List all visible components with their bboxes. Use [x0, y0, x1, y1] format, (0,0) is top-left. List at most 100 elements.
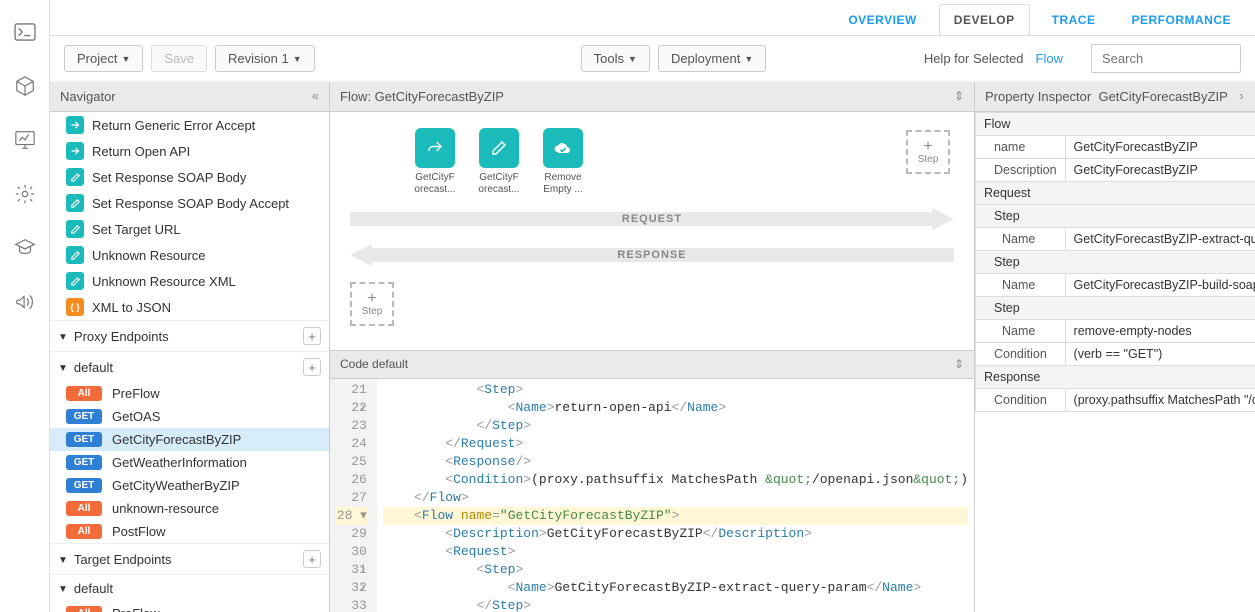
json-icon: { }: [66, 298, 84, 316]
add-step-response[interactable]: + Step: [350, 282, 394, 326]
policy-item[interactable]: Set Response SOAP Body Accept: [50, 190, 329, 216]
top-tabs: OVERVIEW DEVELOP TRACE PERFORMANCE: [50, 0, 1255, 36]
policy-item[interactable]: { }XML to JSON: [50, 294, 329, 320]
nav-section[interactable]: ▼default+: [50, 351, 329, 382]
flow-help-link[interactable]: Flow: [1036, 51, 1063, 66]
inspector-section: Flow: [976, 113, 1255, 136]
nav-section[interactable]: ▼Target Endpoints+: [50, 543, 329, 574]
policy-item[interactable]: Return Generic Error Accept: [50, 112, 329, 138]
inspector-key: Description: [976, 159, 1066, 182]
tools-dropdown[interactable]: Tools▼: [581, 45, 650, 72]
flow-step[interactable]: RemoveEmpty ...: [538, 128, 588, 196]
inspector-value[interactable]: GetCityForecastByZIP: [1065, 136, 1255, 159]
inspector-value[interactable]: (verb == "GET"): [1065, 343, 1255, 366]
arrow-icon: [66, 142, 84, 160]
flow-expand-icon[interactable]: ⇕: [954, 89, 964, 104]
code-line[interactable]: <Step>: [383, 381, 968, 399]
left-rail: [0, 0, 50, 612]
learn-icon[interactable]: [13, 236, 37, 260]
add-button[interactable]: +: [303, 327, 321, 345]
proxy-flow-item[interactable]: AllPreFlow: [50, 382, 329, 405]
step-label: GetCityForecast...: [478, 172, 519, 196]
flow-step[interactable]: GetCityForecast...: [410, 128, 460, 196]
announce-icon[interactable]: [13, 290, 37, 314]
flow-label: PreFlow: [112, 606, 160, 612]
inspector-value[interactable]: (proxy.pathsuffix MatchesPath "/c: [1065, 389, 1255, 412]
analytics-icon[interactable]: [13, 128, 37, 152]
arrow-icon: [66, 116, 84, 134]
proxy-flow-item[interactable]: GETGetWeatherInformation: [50, 451, 329, 474]
code-line[interactable]: <Condition>(proxy.pathsuffix MatchesPath…: [383, 471, 968, 489]
code-line[interactable]: <Name>return-open-api</Name>: [383, 399, 968, 417]
target-flow-item[interactable]: AllPreFlow: [50, 602, 329, 612]
response-lane: RESPONSE: [350, 244, 954, 266]
code-line[interactable]: <Description>GetCityForecastByZIP</Descr…: [383, 525, 968, 543]
nav-section[interactable]: ▼default: [50, 574, 329, 602]
inspector-value[interactable]: remove-empty-nodes: [1065, 320, 1255, 343]
toolbar: Project▼ Save Revision 1▼ Tools▼ Deploym…: [50, 36, 1255, 82]
code-line[interactable]: <Name>GetCityForecastByZIP-extract-query…: [383, 579, 968, 597]
add-button[interactable]: +: [303, 550, 321, 568]
policy-label: Return Open API: [92, 144, 190, 159]
navigator: Navigator « Return Generic Error Accept R…: [50, 82, 330, 612]
inspector-collapse-icon[interactable]: ›: [1238, 90, 1245, 104]
code-line[interactable]: </Flow>: [383, 489, 968, 507]
code-line[interactable]: <Step>: [383, 561, 968, 579]
search-input[interactable]: [1091, 44, 1241, 73]
code-line[interactable]: </Request>: [383, 435, 968, 453]
inspector-value[interactable]: GetCityForecastByZIP: [1065, 159, 1255, 182]
package-icon[interactable]: [13, 74, 37, 98]
policy-item[interactable]: Set Target URL: [50, 216, 329, 242]
code-expand-icon[interactable]: ⇕: [954, 357, 964, 372]
nav-section[interactable]: ▼Proxy Endpoints+: [50, 320, 329, 351]
code-line[interactable]: </Step>: [383, 417, 968, 435]
flow-header: Flow: GetCityForecastByZIP ⇕: [330, 82, 974, 112]
tab-performance[interactable]: PERFORMANCE: [1117, 5, 1245, 35]
save-button[interactable]: Save: [151, 45, 207, 72]
policy-item[interactable]: Unknown Resource: [50, 242, 329, 268]
policy-label: Set Response SOAP Body: [92, 170, 246, 185]
policy-item[interactable]: Set Response SOAP Body: [50, 164, 329, 190]
method-badge: All: [66, 501, 102, 516]
flow-editor: Flow: GetCityForecastByZIP ⇕ GetCityFore…: [330, 82, 975, 612]
inspector-section: Step: [976, 205, 1255, 228]
proxy-flow-item[interactable]: Allunknown-resource: [50, 497, 329, 520]
method-badge: GET: [66, 455, 102, 470]
code-line[interactable]: <Response/>: [383, 453, 968, 471]
policy-item[interactable]: Return Open API: [50, 138, 329, 164]
property-inspector: Property Inspector GetCityForecastByZIP …: [975, 82, 1255, 612]
gear-icon[interactable]: [13, 182, 37, 206]
deployment-dropdown[interactable]: Deployment▼: [658, 45, 766, 72]
request-lane: REQUEST: [350, 208, 954, 230]
edit-icon: [66, 272, 84, 290]
policy-label: Set Response SOAP Body Accept: [92, 196, 289, 211]
code-line[interactable]: <Flow name="GetCityForecastByZIP">: [383, 507, 968, 525]
policy-item[interactable]: Unknown Resource XML: [50, 268, 329, 294]
proxy-flow-item[interactable]: GETGetCityForecastByZIP: [50, 428, 329, 451]
revision-dropdown[interactable]: Revision 1▼: [215, 45, 315, 72]
tab-develop[interactable]: DEVELOP: [939, 4, 1030, 35]
flow-step[interactable]: GetCityForecast...: [474, 128, 524, 196]
proxy-flow-item[interactable]: AllPostFlow: [50, 520, 329, 543]
proxy-flow-item[interactable]: GETGetOAS: [50, 405, 329, 428]
tab-overview[interactable]: OVERVIEW: [834, 5, 930, 35]
method-badge: GET: [66, 478, 102, 493]
code-editor[interactable]: 21 ›22232425262728 ▾2930 ›31 ›323334 ›35…: [330, 379, 974, 612]
edit-icon: [66, 246, 84, 264]
navigator-header: Navigator «: [50, 82, 329, 112]
code-line[interactable]: </Step>: [383, 597, 968, 612]
inspector-value[interactable]: GetCityForecastByZIP-build-soap: [1065, 274, 1255, 297]
tab-trace[interactable]: TRACE: [1038, 5, 1110, 35]
project-dropdown[interactable]: Project▼: [64, 45, 143, 72]
inspector-key: Condition: [976, 343, 1066, 366]
inspector-value[interactable]: GetCityForecastByZIP-extract-qu: [1065, 228, 1255, 251]
code-line[interactable]: <Request>: [383, 543, 968, 561]
terminal-icon[interactable]: [13, 20, 37, 44]
add-step-request[interactable]: + Step: [906, 130, 950, 174]
inspector-section: Step: [976, 251, 1255, 274]
inspector-key: Name: [976, 320, 1066, 343]
add-button[interactable]: +: [303, 358, 321, 376]
code-header: Code default ⇕: [330, 350, 974, 379]
proxy-flow-item[interactable]: GETGetCityWeatherByZIP: [50, 474, 329, 497]
collapse-icon[interactable]: «: [312, 90, 319, 104]
